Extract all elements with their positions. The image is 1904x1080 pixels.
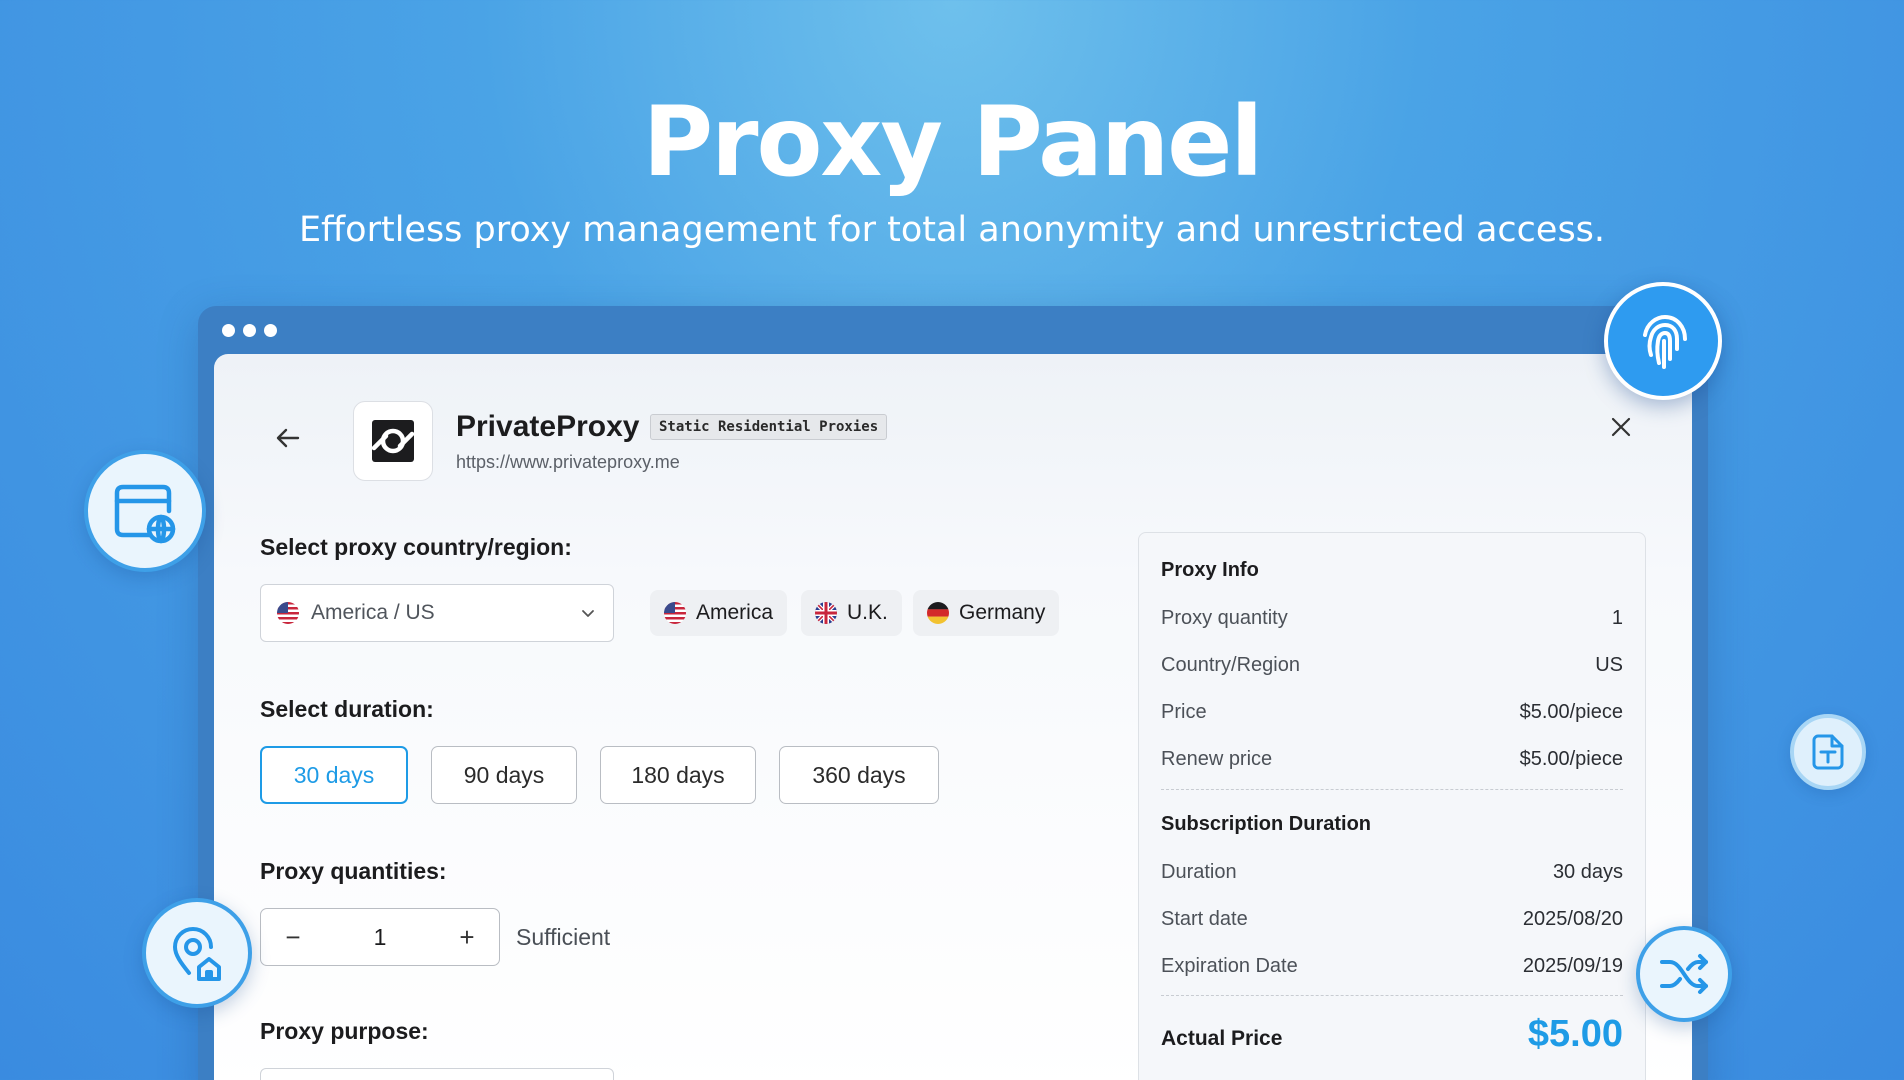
subscription-title: Subscription Duration <box>1161 813 1371 835</box>
document-badge <box>1790 714 1866 790</box>
shuffle-badge <box>1636 926 1732 1022</box>
stock-status: Sufficient <box>516 924 611 950</box>
country-select[interactable]: America / US <box>260 584 614 642</box>
info-value: 30 days <box>1552 861 1623 883</box>
decrement-button[interactable]: − <box>281 922 305 953</box>
info-value: 1 <box>1611 607 1623 629</box>
app-logo <box>353 401 433 481</box>
window-dot <box>264 324 277 337</box>
proxy-info-card: Proxy Info Proxy quantity 1 Country/Regi… <box>1138 532 1646 1080</box>
germany-flag-icon <box>927 602 949 624</box>
purpose-label: Proxy purpose: <box>260 1018 429 1044</box>
duration-option-180[interactable]: 180 days <box>600 746 756 804</box>
app-url[interactable]: https://www.privateproxy.me <box>456 452 680 473</box>
info-value: 2025/09/19 <box>1522 955 1623 977</box>
info-key: Country/Region <box>1161 654 1300 676</box>
info-key: Start date <box>1161 908 1248 930</box>
privateproxy-logo-icon <box>371 420 415 462</box>
fingerprint-badge <box>1604 282 1722 400</box>
location-home-icon <box>173 927 221 981</box>
duration-option-360[interactable]: 360 days <box>779 746 939 804</box>
proxy-info-title: Proxy Info <box>1161 559 1259 581</box>
country-select-value: America / US <box>311 601 435 624</box>
increment-button[interactable]: + <box>455 922 479 953</box>
info-divider <box>1161 995 1623 996</box>
info-key: Duration <box>1161 861 1237 883</box>
info-row: Expiration Date 2025/09/19 <box>1161 955 1623 978</box>
app-badge: Static Residential Proxies <box>650 414 888 440</box>
info-key: Renew price <box>1161 748 1273 770</box>
duration-label: Select duration: <box>260 696 434 722</box>
quantity-value[interactable]: 1 <box>374 924 387 951</box>
country-chip-america[interactable]: America <box>650 590 788 636</box>
browser-globe-icon <box>114 484 176 544</box>
window-dot <box>222 324 235 337</box>
country-label: Select proxy country/region: <box>260 534 572 560</box>
info-row: Renew price $5.00/piece <box>1161 748 1623 771</box>
actual-price-value: $5.00 <box>1527 1013 1623 1055</box>
info-key: Price <box>1161 701 1207 723</box>
info-divider <box>1161 789 1623 790</box>
close-icon[interactable] <box>1608 414 1634 440</box>
info-row: Start date 2025/08/20 <box>1161 908 1623 931</box>
window-dot <box>243 324 256 337</box>
window-dots <box>222 324 277 337</box>
info-value: US <box>1595 654 1623 676</box>
hero-title: Proxy Panel <box>642 86 1264 198</box>
quantity-label: Proxy quantities: <box>260 858 447 884</box>
arrow-left-icon[interactable] <box>272 422 304 454</box>
quantity-stepper: − 1 + <box>260 908 500 966</box>
document-text-icon <box>1812 734 1844 770</box>
country-chip-uk[interactable]: U.K. <box>801 590 902 636</box>
location-home-badge <box>142 898 252 1008</box>
info-row: Proxy quantity 1 <box>1161 607 1623 630</box>
country-chip-label: U.K. <box>847 601 888 624</box>
info-key: Expiration Date <box>1161 955 1298 977</box>
country-chip-germany[interactable]: Germany <box>913 590 1060 636</box>
duration-option-30[interactable]: 30 days <box>260 746 408 804</box>
info-key: Proxy quantity <box>1161 607 1288 629</box>
us-flag-icon <box>664 602 686 624</box>
shuffle-icon <box>1660 954 1708 994</box>
info-row: Country/Region US <box>1161 654 1623 677</box>
info-value: 2025/08/20 <box>1522 908 1623 930</box>
country-chip-label: America <box>696 601 774 624</box>
us-flag-icon <box>277 602 299 624</box>
uk-flag-icon <box>815 602 837 624</box>
app-name: PrivateProxy <box>456 410 640 443</box>
chevron-down-icon <box>582 610 594 617</box>
hero-subtitle: Effortless proxy management for total an… <box>298 210 1606 250</box>
country-chip-label: Germany <box>959 601 1046 624</box>
browser-globe-badge <box>84 450 206 572</box>
info-value: $5.00/piece <box>1519 701 1623 723</box>
actual-price-label: Actual Price <box>1161 1027 1283 1050</box>
purpose-select[interactable] <box>260 1068 614 1080</box>
duration-option-90[interactable]: 90 days <box>431 746 577 804</box>
info-row: Price $5.00/piece <box>1161 701 1623 724</box>
info-row: Duration 30 days <box>1161 861 1623 884</box>
proxy-panel: PrivateProxy Static Residential Proxies … <box>214 354 1692 1080</box>
fingerprint-icon <box>1643 314 1687 369</box>
info-value: $5.00/piece <box>1519 748 1623 770</box>
